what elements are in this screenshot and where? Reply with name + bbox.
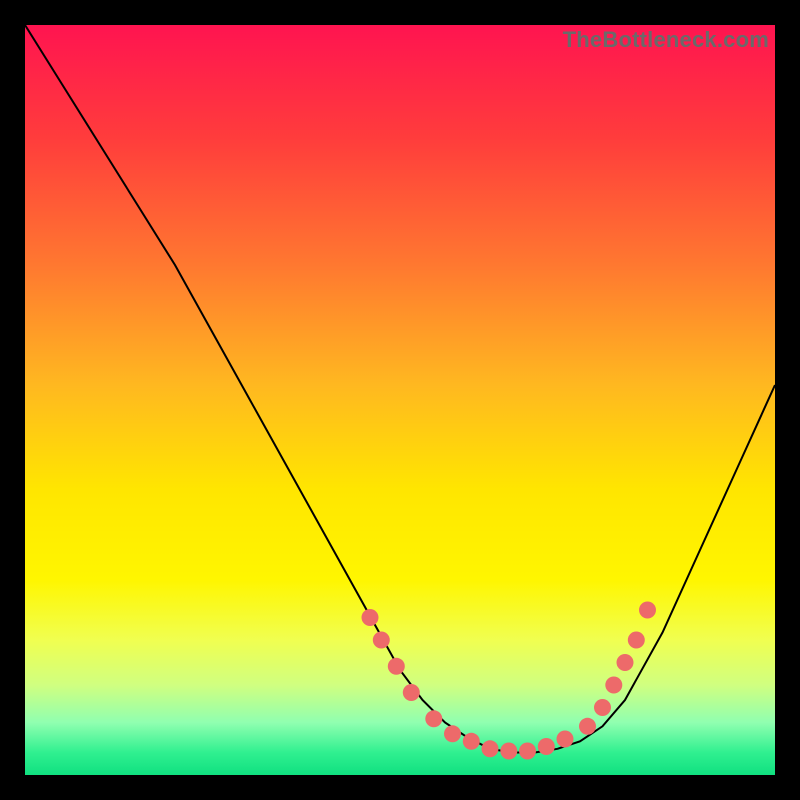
highlight-dot xyxy=(388,658,405,675)
highlight-dot xyxy=(482,740,499,757)
highlight-dot xyxy=(557,731,574,748)
highlight-dot xyxy=(373,632,390,649)
highlight-dot xyxy=(444,725,461,742)
highlight-dot xyxy=(425,710,442,727)
chart-svg xyxy=(25,25,775,775)
highlight-dot xyxy=(519,743,536,760)
highlight-dots xyxy=(362,602,657,760)
highlight-dot xyxy=(594,699,611,716)
plot-area: TheBottleneck.com xyxy=(25,25,775,775)
highlight-dot xyxy=(605,677,622,694)
highlight-dot xyxy=(579,718,596,735)
highlight-dot xyxy=(617,654,634,671)
highlight-dot xyxy=(362,609,379,626)
highlight-dot xyxy=(500,743,517,760)
highlight-dot xyxy=(639,602,656,619)
highlight-dot xyxy=(463,733,480,750)
highlight-dot xyxy=(403,684,420,701)
bottleneck-curve xyxy=(25,25,775,753)
highlight-dot xyxy=(538,738,555,755)
chart-frame: TheBottleneck.com xyxy=(0,0,800,800)
highlight-dot xyxy=(628,632,645,649)
